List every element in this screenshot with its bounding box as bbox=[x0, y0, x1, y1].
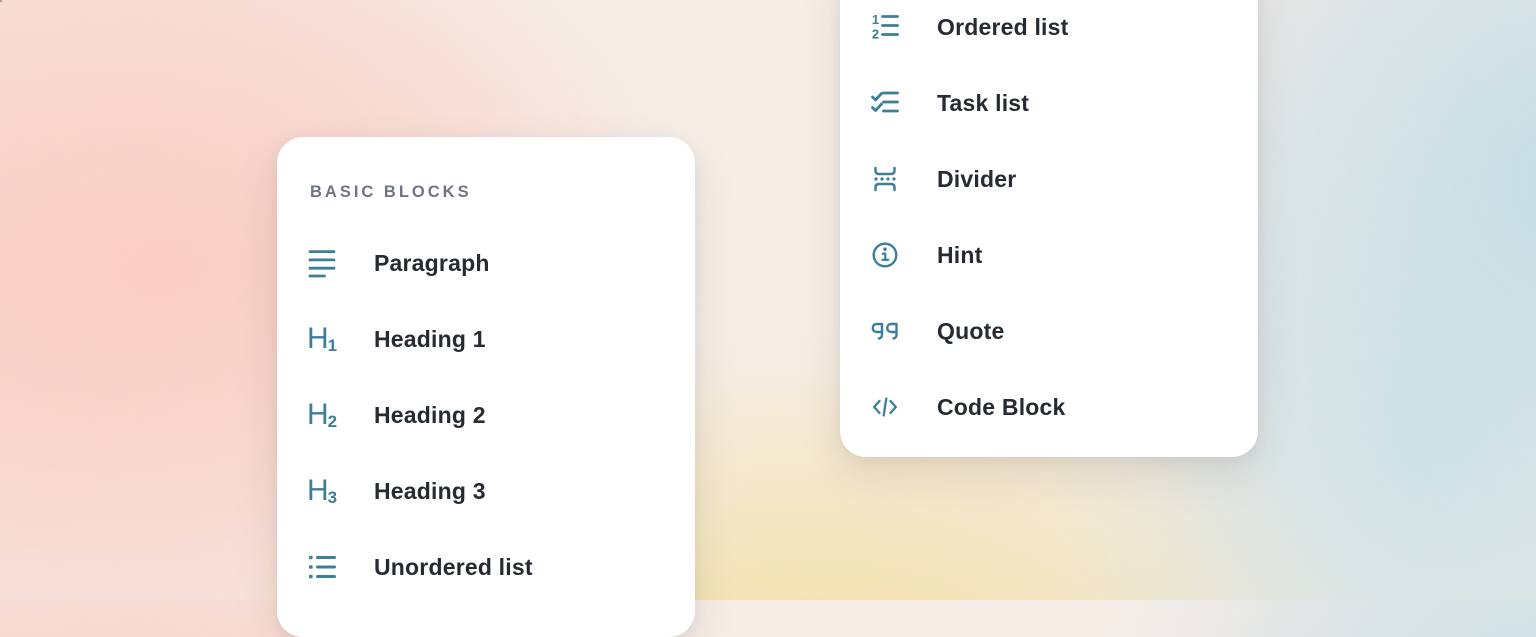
ordered-list-icon: 12 bbox=[871, 12, 899, 42]
menu-item-label: Paragraph bbox=[374, 250, 490, 277]
menu-item-label: Heading 1 bbox=[374, 326, 486, 353]
svg-text:2: 2 bbox=[872, 27, 879, 42]
menu-item-label: Task list bbox=[937, 90, 1029, 117]
code-block-icon bbox=[871, 392, 899, 422]
block-menu-card-continued: 12 Ordered list Task list Divider Hint Quote C… bbox=[840, 0, 1258, 457]
menu-item-divider[interactable]: Divider bbox=[840, 141, 1258, 217]
menu-item-label: Ordered list bbox=[937, 14, 1069, 41]
blocks-menu-continued: 12 Ordered list Task list Divider Hint Quote C… bbox=[840, 0, 1258, 445]
menu-item-ordered-list[interactable]: 12 Ordered list bbox=[840, 0, 1258, 65]
menu-item-label: Heading 2 bbox=[374, 402, 486, 429]
menu-item-heading-1[interactable]: H1 Heading 1 bbox=[277, 301, 695, 377]
divider-icon bbox=[871, 164, 899, 194]
quote-icon bbox=[871, 316, 899, 346]
menu-item-code-block[interactable]: Code Block bbox=[840, 369, 1258, 445]
menu-item-label: Heading 3 bbox=[374, 478, 486, 505]
menu-item-label: Quote bbox=[937, 318, 1004, 345]
heading-1-icon: H1 bbox=[308, 324, 336, 354]
menu-item-label: Code Block bbox=[937, 394, 1066, 421]
hint-icon bbox=[871, 240, 899, 270]
menu-item-task-list[interactable]: Task list bbox=[840, 65, 1258, 141]
section-title-basic-blocks: BASIC BLOCKS bbox=[310, 183, 472, 202]
heading-3-icon: H3 bbox=[308, 476, 336, 506]
basic-blocks-menu: Paragraph H1 Heading 1 H2 Heading 2 H3 Heading… bbox=[277, 225, 695, 605]
unordered-list-icon bbox=[308, 552, 336, 582]
heading-2-icon: H2 bbox=[308, 400, 336, 430]
grid-panel-right bbox=[0, 0, 2, 2]
task-list-icon bbox=[871, 88, 899, 118]
menu-item-heading-2[interactable]: H2 Heading 2 bbox=[277, 377, 695, 453]
menu-item-hint[interactable]: Hint bbox=[840, 217, 1258, 293]
menu-item-label: Hint bbox=[937, 242, 983, 269]
svg-text:1: 1 bbox=[872, 12, 879, 27]
block-menu-card-basic-blocks: BASIC BLOCKS Paragraph H1 Heading 1 H2 Headi… bbox=[277, 137, 695, 637]
menu-item-quote[interactable]: Quote bbox=[840, 293, 1258, 369]
menu-item-unordered-list[interactable]: Unordered list bbox=[277, 529, 695, 605]
menu-item-heading-3[interactable]: H3 Heading 3 bbox=[277, 453, 695, 529]
menu-item-label: Unordered list bbox=[374, 554, 533, 581]
paragraph-icon bbox=[308, 248, 336, 278]
menu-item-label: Divider bbox=[937, 166, 1016, 193]
menu-item-paragraph[interactable]: Paragraph bbox=[277, 225, 695, 301]
